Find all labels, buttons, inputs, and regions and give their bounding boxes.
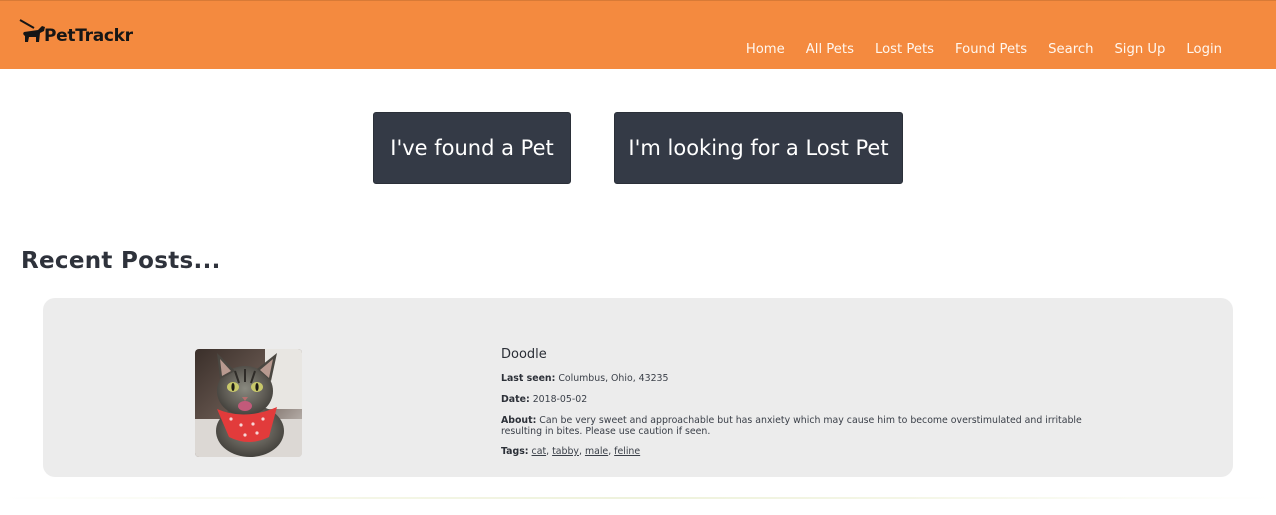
nav-found-pets[interactable]: Found Pets <box>955 42 1027 57</box>
tags-line: Tags: cat, tabby, male, feline <box>501 446 641 457</box>
nav-all-pets[interactable]: All Pets <box>806 42 854 57</box>
brand-name: PetTrackr <box>44 26 133 46</box>
about-value: Can be very sweet and approachable but h… <box>501 415 1082 437</box>
dog-logo-icon <box>19 19 45 42</box>
tag-link[interactable]: male <box>585 446 608 457</box>
tag-link[interactable]: cat <box>532 446 547 457</box>
nav-login[interactable]: Login <box>1186 42 1222 57</box>
date-label: Date: <box>501 394 530 405</box>
found-pet-button[interactable]: I've found a Pet <box>373 112 571 184</box>
tag-link[interactable]: tabby <box>552 446 579 457</box>
nav-sign-up[interactable]: Sign Up <box>1114 42 1165 57</box>
pet-photo[interactable] <box>195 349 302 457</box>
about-line: About: Can be very sweet and approachabl… <box>501 415 1091 437</box>
cat-photo-image <box>195 349 302 457</box>
recent-posts-heading: Recent Posts... <box>21 248 221 274</box>
nav-lost-pets[interactable]: Lost Pets <box>875 42 934 57</box>
date-value: 2018-05-02 <box>532 394 588 405</box>
nav-home[interactable]: Home <box>746 42 785 57</box>
footer-divider <box>0 497 1276 499</box>
brand-logo[interactable]: PetTrackr <box>18 18 133 48</box>
last-seen-label: Last seen: <box>501 373 556 384</box>
tags-label: Tags: <box>501 446 529 457</box>
navbar: PetTrackr Home All Pets Lost Pets Found … <box>0 0 1276 69</box>
tag-link[interactable]: feline <box>614 446 640 457</box>
about-label: About: <box>501 415 537 426</box>
date-line: Date: 2018-05-02 <box>501 394 1101 405</box>
pet-name[interactable]: Doodle <box>501 347 1101 362</box>
post-card[interactable]: Doodle Last seen: Columbus, Ohio, 43235 … <box>43 298 1233 477</box>
lost-pet-button[interactable]: I'm looking for a Lost Pet <box>614 112 903 184</box>
last-seen-value: Columbus, Ohio, 43235 <box>558 373 669 384</box>
nav-links: Home All Pets Lost Pets Found Pets Searc… <box>725 42 1222 57</box>
last-seen-line: Last seen: Columbus, Ohio, 43235 <box>501 373 1101 384</box>
nav-search[interactable]: Search <box>1048 42 1093 57</box>
post-info: Doodle Last seen: Columbus, Ohio, 43235 … <box>501 347 1101 467</box>
